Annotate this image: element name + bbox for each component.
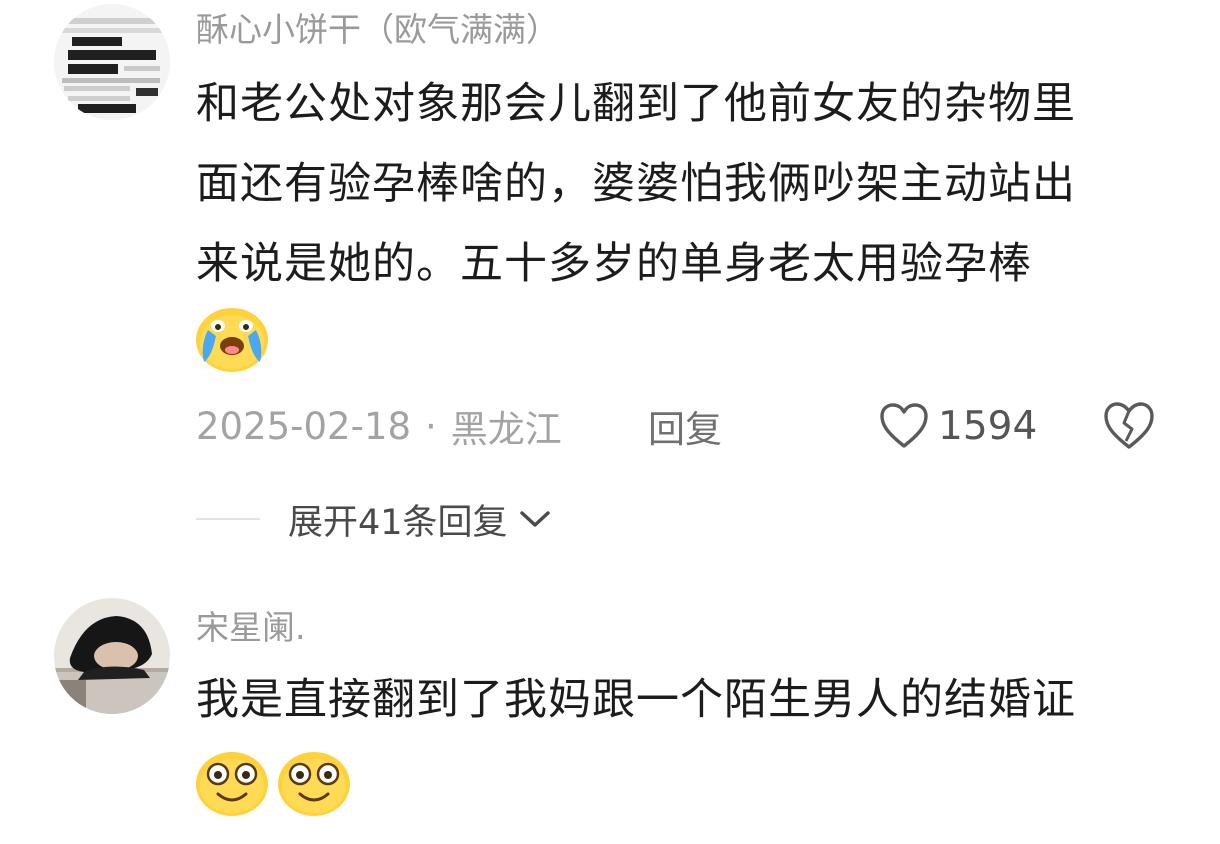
crying-laughing-emoji-icon [196, 308, 268, 372]
comment-text-line: 面还有验孕棒啥的，婆婆怕我俩吵架主动站出 [196, 159, 1076, 209]
like-button[interactable]: 1594 [878, 398, 1037, 454]
comment-meta: 2025-02-18 · 黑龙江 [196, 398, 562, 454]
like-count: 1594 [938, 403, 1038, 449]
expand-replies-button[interactable]: 展开41条回复 [196, 494, 552, 544]
comment-action-bar: 2025-02-18 · 黑龙江 回复 1594 [0, 398, 1220, 454]
wide-eyes-smile-emoji-icon [196, 752, 268, 816]
comment-text-line: 来说是她的。五十多岁的单身老太用验孕棒 [196, 239, 1032, 289]
comment-location: 黑龙江 [450, 408, 562, 451]
comment-username[interactable]: 酥心小饼干（欧气满满） [196, 10, 559, 50]
broken-heart-icon [1104, 402, 1154, 449]
comment-list: 酥心小饼干（欧气满满） 和老公处对象那会儿翻到了他前女友的杂物里 面还有验孕棒啥… [0, 0, 1220, 844]
chevron-down-icon [519, 511, 550, 527]
heart-outline-icon [880, 403, 928, 448]
expand-replies-label: 展开41条回复 [288, 502, 508, 543]
comment-text-line: 我是直接翻到了我妈跟一个陌生男人的结婚证 [196, 675, 1076, 725]
comment-date: 2025-02-18 [196, 404, 412, 448]
divider-line [196, 518, 260, 520]
emoji-row [194, 302, 270, 374]
comment-item: 酥心小饼干（欧气满满） 和老公处对象那会儿翻到了他前女友的杂物里 面还有验孕棒啥… [0, 0, 1220, 560]
photo-avatar-icon [54, 598, 170, 714]
comment-item: 宋星阑. 我是直接翻到了我妈跟一个陌生男人的结婚证 [0, 590, 1220, 844]
meta-separator: · [425, 404, 437, 448]
emoji-row [194, 746, 352, 818]
comment-username[interactable]: 宋星阑. [196, 608, 306, 648]
dislike-button[interactable] [1102, 398, 1156, 454]
wide-eyes-smile-emoji-icon [278, 752, 350, 816]
reply-button[interactable]: 回复 [648, 398, 722, 454]
avatar[interactable] [54, 598, 170, 714]
comment-text: 我是直接翻到了我妈跟一个陌生男人的结婚证 [196, 660, 1186, 740]
text-collage-avatar-icon [54, 4, 170, 120]
avatar[interactable] [54, 4, 170, 120]
comment-text-line: 和老公处对象那会儿翻到了他前女友的杂物里 [196, 79, 1076, 129]
comment-text: 和老公处对象那会儿翻到了他前女友的杂物里 面还有验孕棒啥的，婆婆怕我俩吵架主动站… [196, 64, 1186, 304]
